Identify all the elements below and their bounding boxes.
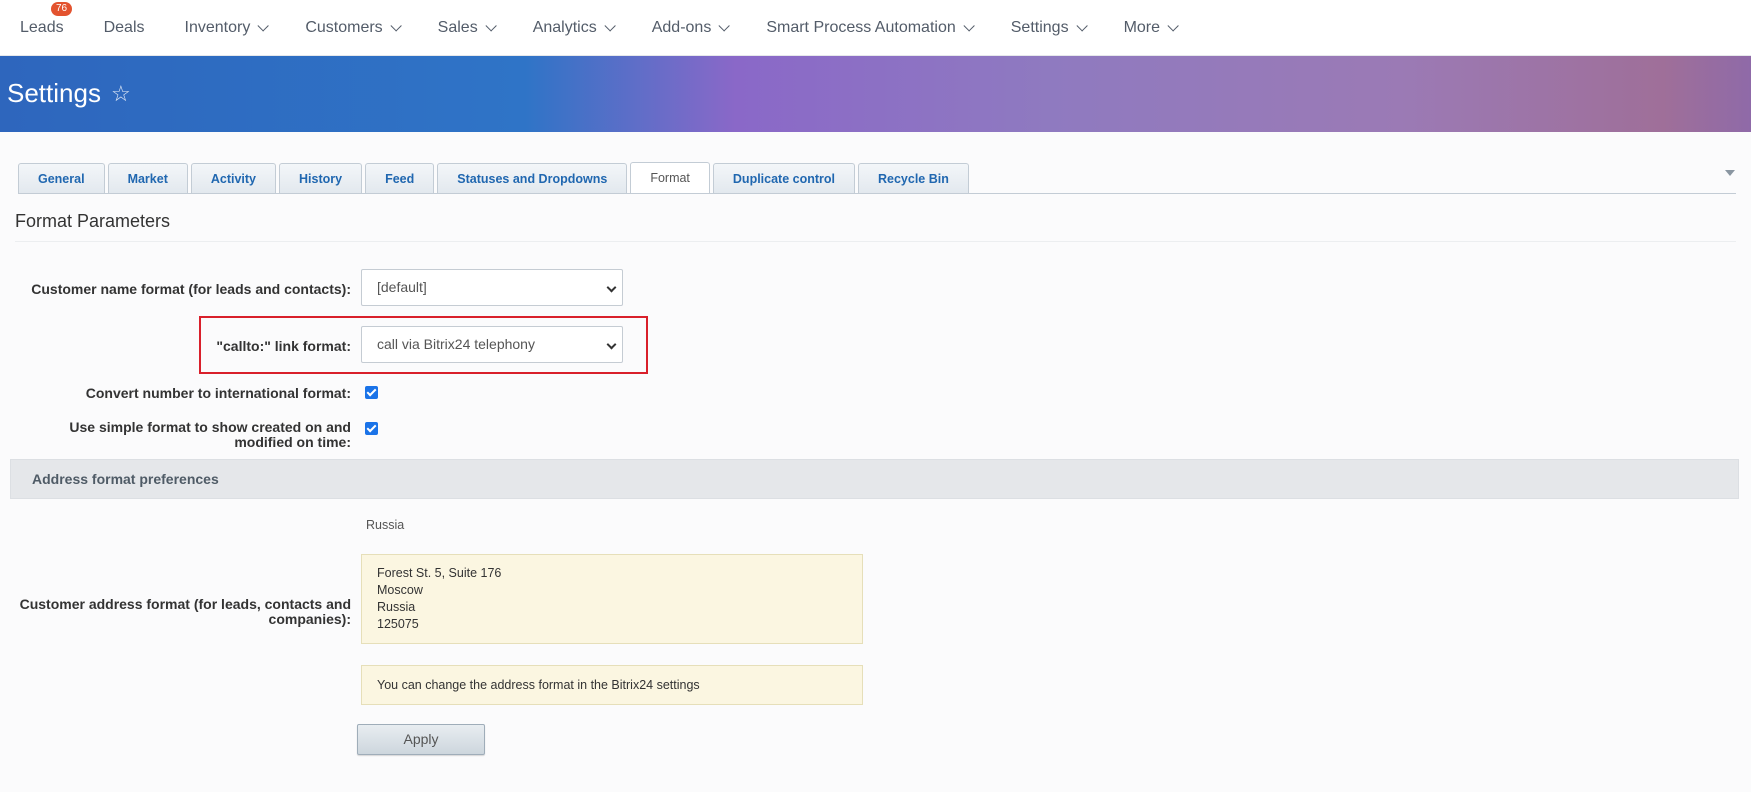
tabs-menu-icon[interactable] [1725, 170, 1735, 176]
nav-item-analytics[interactable]: Analytics [532, 18, 616, 37]
chevron-down-icon [606, 339, 617, 350]
page-title: Settings [7, 78, 101, 108]
nav-item-label: Sales [437, 18, 478, 36]
tab-history[interactable]: History [279, 163, 363, 194]
chevron-down-icon [963, 19, 975, 32]
page-header: Settings ☆ [0, 56, 1751, 132]
settings-content: General Market Activity History Feed Statuses… [0, 132, 1751, 792]
tab-market[interactable]: Market [107, 163, 188, 194]
nav-item-label: Customers [305, 18, 383, 36]
address-line: Russia [377, 600, 416, 614]
chevron-down-icon [1076, 19, 1088, 32]
nav-item-label: Smart Process Automation [766, 18, 956, 36]
callto-format-value: call via Bitrix24 telephony [377, 336, 535, 352]
settings-tabs: General Market Activity History Feed Statuses… [18, 162, 972, 194]
address-section-header: Address format preferences [10, 459, 1739, 499]
intl-format-checkbox[interactable] [365, 386, 378, 399]
name-format-label: Customer name format (for leads and cont… [31, 281, 351, 297]
top-navigation: Leads 76 Deals Inventory Customers Sales Analy… [0, 0, 1751, 56]
address-country: Russia [366, 518, 405, 532]
nav-item-more[interactable]: More [1123, 18, 1179, 37]
nav-item-add-ons[interactable]: Add-ons [651, 18, 731, 37]
nav-item-label: More [1123, 18, 1161, 36]
nav-item-inventory[interactable]: Inventory [184, 18, 270, 37]
address-section-title: Address format preferences [32, 471, 219, 487]
address-note: You can change the address format in the… [361, 665, 863, 705]
chevron-down-icon [390, 19, 402, 32]
nav-item-label: Analytics [532, 18, 597, 36]
nav-item-customers[interactable]: Customers [305, 18, 402, 37]
nav-item-label: Leads [20, 18, 64, 36]
tab-activity[interactable]: Activity [190, 163, 277, 194]
tab-feed[interactable]: Feed [365, 163, 435, 194]
simple-format-label: Use simple format to show created on and… [69, 419, 351, 450]
star-icon[interactable]: ☆ [111, 81, 131, 107]
nav-item-smart-process-automation[interactable]: Smart Process Automation [766, 18, 975, 37]
nav-item-label: Settings [1010, 18, 1069, 36]
apply-button[interactable]: Apply [357, 724, 485, 755]
address-line: Moscow [377, 583, 423, 597]
page-title-wrap: Settings ☆ [7, 78, 131, 109]
intl-format-label: Convert number to international format: [85, 385, 351, 401]
name-format-value: [default] [377, 279, 427, 295]
tab-duplicate-control[interactable]: Duplicate control [712, 163, 855, 194]
tab-recycle-bin[interactable]: Recycle Bin [858, 163, 969, 194]
name-format-select[interactable]: [default] [361, 269, 623, 306]
tab-general[interactable]: General [18, 163, 105, 194]
chevron-down-icon [485, 19, 497, 32]
chevron-down-icon [1167, 19, 1179, 32]
chevron-down-icon [718, 19, 731, 32]
callto-format-label: "callto:" link format: [216, 338, 351, 354]
simple-format-checkbox[interactable] [365, 422, 378, 435]
nav-item-sales[interactable]: Sales [437, 18, 497, 37]
section-title: Format Parameters [15, 211, 171, 231]
address-line: 125075 [377, 617, 419, 631]
tab-format[interactable]: Format [630, 162, 710, 194]
section-divider [15, 241, 1736, 242]
address-format-label: Customer address format (for leads, cont… [19, 596, 351, 627]
count-badge: 76 [51, 1, 73, 16]
nav-item-label: Add-ons [651, 18, 712, 36]
chevron-down-icon [606, 282, 617, 293]
chevron-down-icon [257, 19, 270, 32]
nav-item-leads[interactable]: Leads 76 [20, 1, 73, 37]
tab-statuses-and-dropdowns[interactable]: Statuses and Dropdowns [437, 163, 628, 194]
tabs-divider [18, 193, 1736, 194]
nav-item-deals[interactable]: Deals [104, 19, 145, 37]
callto-format-select[interactable]: call via Bitrix24 telephony [361, 326, 623, 363]
nav-item-label: Deals [103, 18, 145, 36]
address-format-preview: Forest St. 5, Suite 176 Moscow Russia 12… [361, 554, 863, 644]
nav-item-settings[interactable]: Settings [1010, 18, 1088, 37]
chevron-down-icon [604, 19, 616, 32]
address-line: Forest St. 5, Suite 176 [377, 566, 502, 580]
nav-item-label: Inventory [184, 18, 251, 36]
